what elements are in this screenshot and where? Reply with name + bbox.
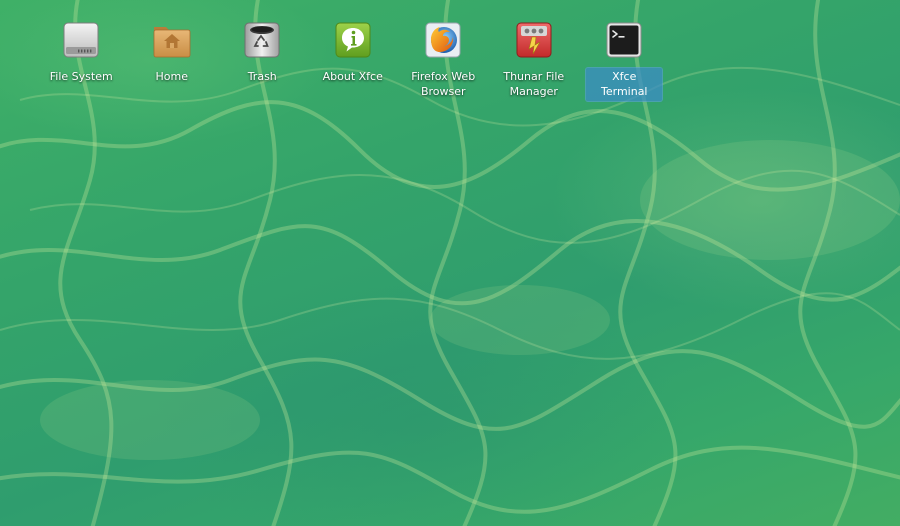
firefox-icon — [423, 20, 463, 60]
desktop-icon-grid: File System Home Trash About Xfce Firefo… — [36, 16, 670, 101]
desktop-icon-about-xfce[interactable]: About Xfce — [308, 16, 399, 101]
drive-icon — [61, 20, 101, 60]
desktop-icon-label: Trash — [247, 70, 277, 83]
desktop-icon-label: Thunar File Manager — [503, 70, 565, 98]
desktop-icon-label: Home — [155, 70, 188, 83]
desktop-icon-label: File System — [49, 70, 113, 83]
desktop-icon-xfce-terminal[interactable]: Xfce Terminal — [579, 16, 670, 101]
desktop-icon-thunar[interactable]: Thunar File Manager — [489, 16, 580, 101]
desktop-icon-label: About Xfce — [322, 70, 383, 83]
desktop-icon-label: Xfce Terminal — [586, 68, 663, 101]
trash-icon — [242, 20, 282, 60]
desktop-icon-trash[interactable]: Trash — [217, 16, 308, 101]
thunar-icon — [514, 20, 554, 60]
desktop-icon-firefox[interactable]: Firefox Web Browser — [398, 16, 489, 101]
desktop-icon-home[interactable]: Home — [127, 16, 218, 101]
terminal-icon — [604, 20, 644, 60]
home-folder-icon — [152, 20, 192, 60]
info-icon — [333, 20, 373, 60]
desktop-icon-label: Firefox Web Browser — [411, 70, 476, 98]
desktop-icon-file-system[interactable]: File System — [36, 16, 127, 101]
desktop-background[interactable]: File System Home Trash About Xfce Firefo… — [0, 0, 900, 526]
